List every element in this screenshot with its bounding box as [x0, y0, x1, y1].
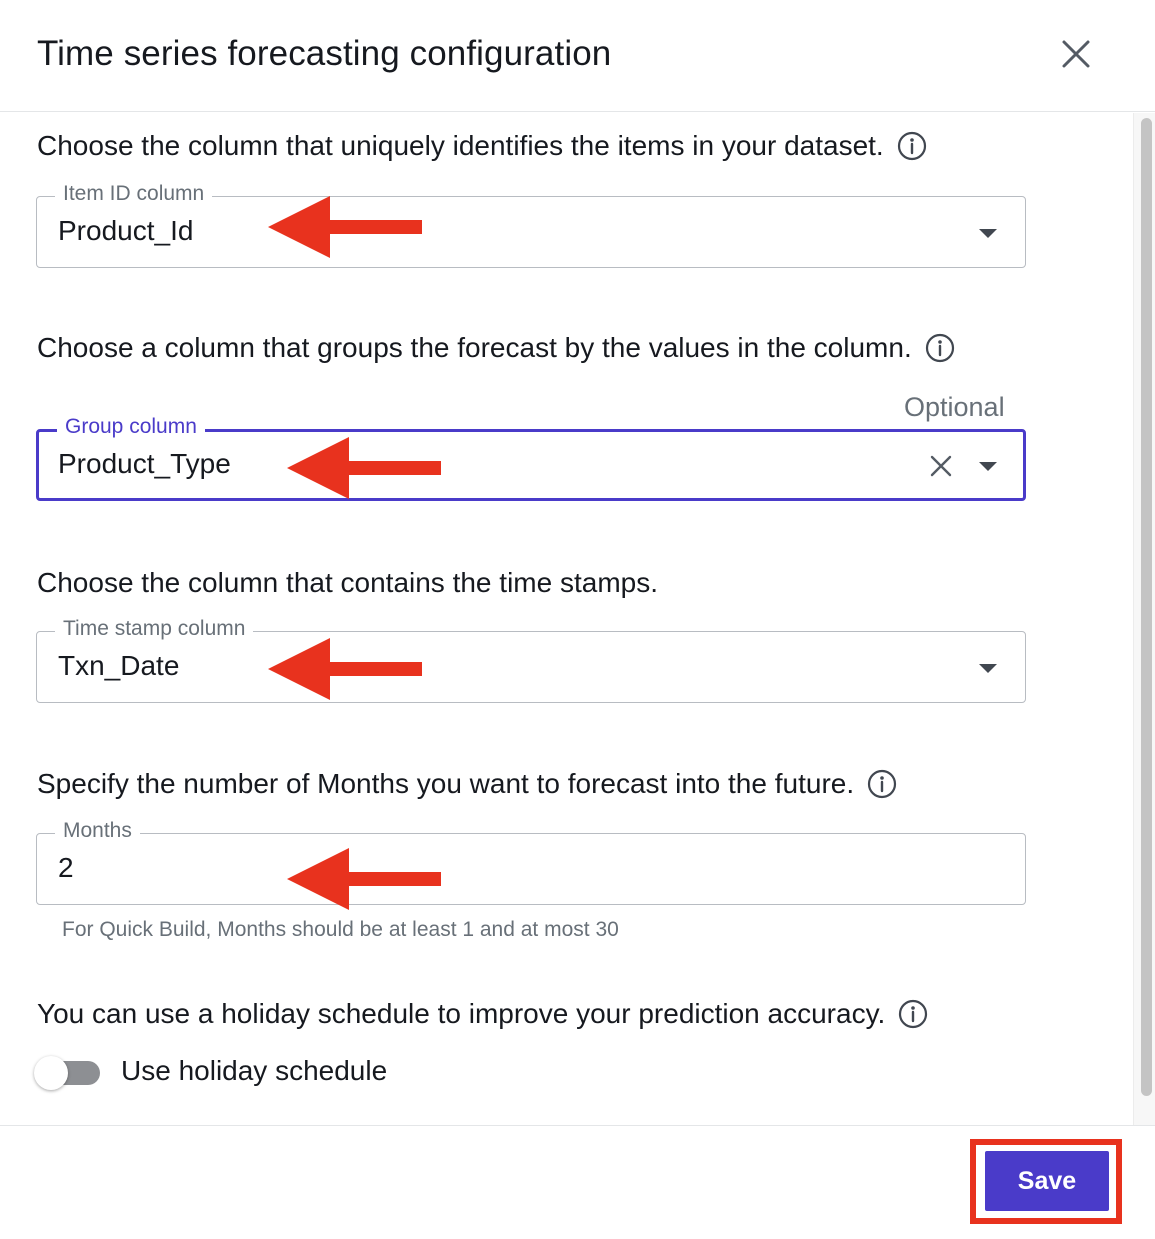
holiday-prompt-text: You can use a holiday schedule to improv… [37, 998, 886, 1029]
close-icon[interactable] [1058, 36, 1094, 72]
chevron-down-icon[interactable] [979, 462, 997, 471]
months-input[interactable]: Months 2 [36, 819, 1026, 905]
horizon-prompt: Specify the number of Months you want to… [37, 768, 898, 800]
info-icon[interactable] [897, 998, 929, 1030]
months-value: 2 [58, 852, 74, 883]
item-id-prompt-text: Choose the column that uniquely identifi… [37, 130, 884, 161]
months-hint: For Quick Build, Months should be at lea… [62, 918, 619, 941]
item-id-label: Item ID column [55, 182, 213, 206]
optional-label: Optional [904, 392, 1005, 422]
info-icon[interactable] [896, 130, 928, 162]
dialog-header: Time series forecasting configuration [0, 0, 1155, 112]
save-button[interactable]: Save [985, 1151, 1109, 1211]
group-prompt: Choose a column that groups the forecast… [37, 332, 956, 364]
annotation-arrow-icon [287, 437, 441, 499]
item-id-prompt: Choose the column that uniquely identifi… [37, 130, 928, 162]
group-select[interactable]: Group column Product_Type [36, 415, 1026, 501]
group-label: Group column [57, 415, 205, 439]
toggle-knob [34, 1056, 68, 1090]
annotation-arrow-icon [268, 196, 422, 258]
item-id-value: Product_Id [58, 215, 194, 246]
annotation-arrow-icon [268, 638, 422, 700]
timestamp-label: Time stamp column [55, 617, 254, 641]
holiday-toggle[interactable] [34, 1055, 104, 1091]
clear-icon[interactable] [929, 454, 953, 478]
group-value: Product_Type [58, 448, 231, 479]
chevron-down-icon[interactable] [979, 664, 997, 673]
timestamp-prompt-text: Choose the column that contains the time… [37, 567, 658, 598]
scrollbar-thumb[interactable] [1141, 118, 1152, 1096]
info-icon[interactable] [924, 332, 956, 364]
timestamp-prompt: Choose the column that contains the time… [37, 567, 658, 599]
holiday-prompt: You can use a holiday schedule to improv… [37, 998, 929, 1030]
item-id-select[interactable]: Item ID column Product_Id [36, 182, 1026, 268]
dialog-title: Time series forecasting configuration [37, 34, 612, 73]
group-prompt-text: Choose a column that groups the forecast… [37, 332, 912, 363]
timestamp-select[interactable]: Time stamp column Txn_Date [36, 617, 1026, 703]
chevron-down-icon[interactable] [979, 229, 997, 238]
months-label: Months [55, 819, 140, 843]
info-icon[interactable] [866, 768, 898, 800]
horizon-prompt-text: Specify the number of Months you want to… [37, 768, 855, 799]
annotation-arrow-icon [287, 848, 441, 910]
timestamp-value: Txn_Date [58, 650, 180, 681]
holiday-toggle-label: Use holiday schedule [121, 1055, 388, 1086]
